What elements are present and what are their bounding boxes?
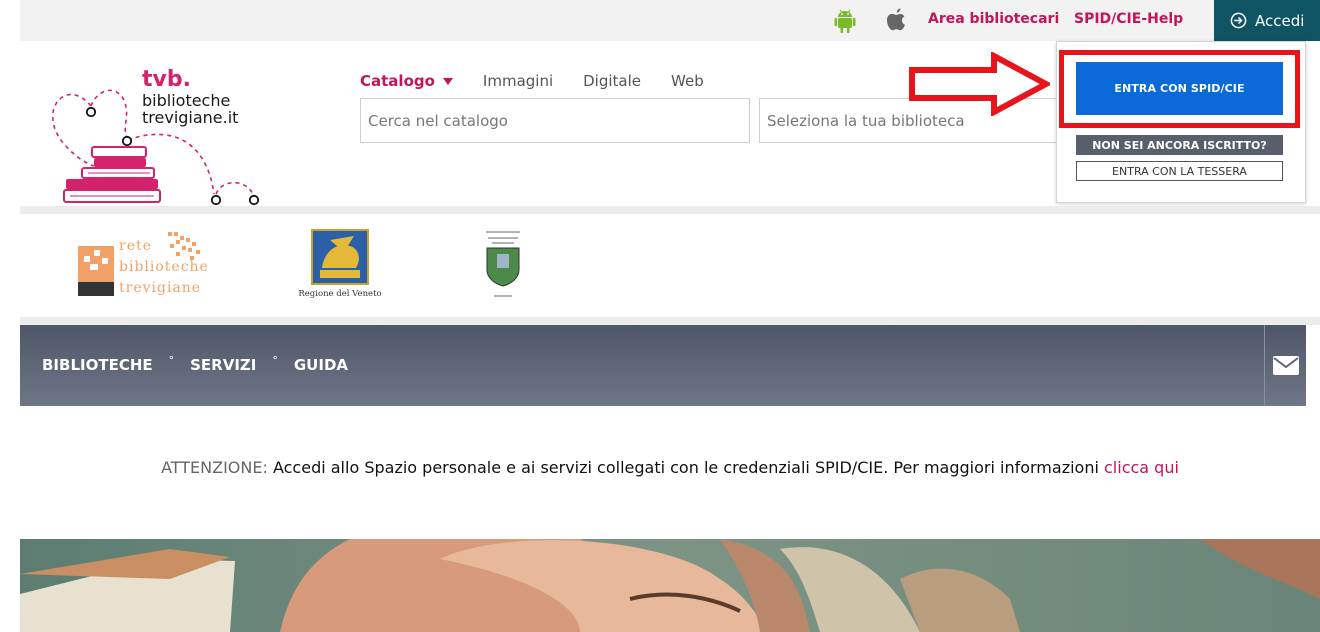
notice-link[interactable]: clicca qui bbox=[1104, 458, 1179, 477]
search-tabs: Catalogo Immagini Digitale Web bbox=[360, 72, 704, 90]
veneto-lion-emblem bbox=[311, 229, 369, 285]
accedi-button[interactable]: Accedi bbox=[1214, 0, 1320, 41]
logo-line-biblioteche: biblioteche bbox=[142, 91, 231, 110]
rete-line3: trevigiane bbox=[119, 280, 202, 296]
tab-immagini[interactable]: Immagini bbox=[483, 72, 553, 90]
card-login-button[interactable]: ENTRA CON LA TESSERA bbox=[1076, 161, 1283, 181]
separator bbox=[20, 206, 1320, 214]
spid-login-button[interactable]: ENTRA CON SPID/CIE bbox=[1076, 62, 1283, 115]
nav-separator: ° bbox=[168, 353, 175, 367]
tab-catalogo-label: Catalogo bbox=[360, 72, 435, 90]
page: Area bibliotecari SPID/CIE-Help Accedi t… bbox=[0, 0, 1320, 632]
nav-guida[interactable]: GUIDA bbox=[294, 356, 348, 374]
tab-digitale[interactable]: Digitale bbox=[583, 72, 641, 90]
nav-servizi[interactable]: SERVIZI bbox=[190, 356, 256, 374]
logo-tvb: tvb. bbox=[142, 67, 191, 92]
rete-biblioteche-logo[interactable]: rete biblioteche trevigiane bbox=[76, 230, 216, 300]
bim-emblem bbox=[486, 231, 520, 297]
search-input[interactable] bbox=[360, 98, 750, 143]
hero-painting bbox=[20, 539, 1320, 632]
tab-catalogo[interactable]: Catalogo bbox=[360, 72, 453, 90]
nav-separator: ° bbox=[272, 353, 278, 367]
notice-label: ATTENZIONE: bbox=[161, 458, 268, 477]
login-icon bbox=[1230, 12, 1247, 29]
top-utility-bar: Area bibliotecari SPID/CIE-Help Accedi bbox=[20, 0, 1320, 41]
veneto-caption: Regione del Veneto bbox=[298, 289, 382, 299]
main-navigation: BIBLIOTECHE ° SERVIZI ° GUIDA bbox=[20, 325, 1306, 406]
rete-line1: rete bbox=[119, 238, 152, 254]
hero-image bbox=[20, 539, 1320, 632]
consorzio-bim-logo[interactable] bbox=[480, 228, 526, 302]
area-bibliotecari-link[interactable]: Area bibliotecari bbox=[928, 11, 1059, 27]
regione-veneto-logo[interactable]: Regione del Veneto bbox=[290, 228, 390, 302]
rete-line2: biblioteche bbox=[119, 259, 209, 275]
logo-line-trevigiane: trevigiane.it bbox=[142, 108, 239, 127]
caret-down-icon bbox=[442, 77, 453, 85]
spid-help-link[interactable]: SPID/CIE-Help bbox=[1074, 11, 1183, 27]
spid-notice: ATTENZIONE: Accedi allo Spazio personale… bbox=[160, 458, 1180, 477]
notice-text: Accedi allo Spazio personale e ai serviz… bbox=[267, 458, 1104, 477]
nav-biblioteche[interactable]: BIBLIOTECHE bbox=[42, 356, 153, 374]
envelope-icon bbox=[1272, 356, 1299, 375]
red-arrow-annotation bbox=[909, 52, 1050, 116]
logo-text[interactable]: tvb. biblioteche trevigiane.it bbox=[142, 67, 239, 127]
accedi-label: Accedi bbox=[1255, 11, 1305, 30]
android-icon[interactable] bbox=[834, 8, 856, 34]
apple-icon[interactable] bbox=[884, 7, 908, 35]
not-registered-button[interactable]: NON SEI ANCORA ISCRITTO? bbox=[1076, 135, 1283, 155]
tab-web[interactable]: Web bbox=[671, 72, 704, 90]
mail-button[interactable] bbox=[1264, 325, 1306, 406]
rete-logo-text: rete biblioteche trevigiane bbox=[119, 236, 209, 299]
separator bbox=[20, 317, 1320, 325]
